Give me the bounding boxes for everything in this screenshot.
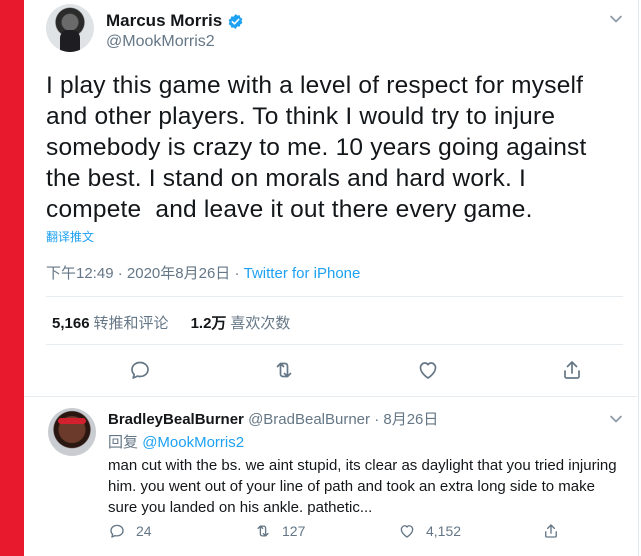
meta-separator: ·	[117, 265, 127, 282]
tweet-source[interactable]: Twitter for iPhone	[244, 265, 361, 282]
red-side-bar	[0, 0, 24, 556]
reply-avatar[interactable]	[48, 408, 96, 456]
share-icon	[545, 524, 557, 538]
reply-handle[interactable]: @BradBealBurner	[248, 411, 370, 428]
retweets-count: 5,166	[52, 315, 90, 332]
retweet-icon	[257, 525, 269, 537]
like-icon[interactable]	[416, 358, 440, 382]
reply-retweet-action[interactable]: 127	[254, 522, 305, 540]
like-icon	[400, 525, 414, 538]
translate-link[interactable]: 翻译推文	[46, 228, 94, 245]
reply-separator: ·	[374, 411, 380, 428]
tweet-meta: 下午12:49 · 2020年8月26日 · Twitter for iPhon…	[46, 262, 360, 283]
reply-tweet[interactable]: BradleyBealBurner @BradBealBurner · 8月26…	[24, 400, 637, 556]
verified-badge-icon	[228, 13, 243, 29]
reply-icon	[110, 524, 124, 538]
divider	[46, 296, 623, 297]
tweet-header: Marcus Morris @MookMorris2	[46, 4, 637, 56]
name-row: Marcus Morris	[106, 11, 244, 31]
likes-label: 喜欢次数	[230, 315, 291, 332]
tweet-actions	[46, 358, 623, 386]
reply-chevron-down-icon[interactable]	[609, 412, 623, 426]
replying-to: 回复 @MookMorris2	[108, 431, 244, 452]
reply-display-name[interactable]: BradleyBealBurner	[108, 411, 244, 428]
reply-count: 24	[136, 523, 152, 539]
chevron-down-icon[interactable]	[609, 12, 623, 26]
reply-icon[interactable]	[128, 358, 152, 382]
retweets-stat[interactable]: 5,166 转推和评论	[52, 312, 169, 333]
like-count: 4,152	[426, 523, 462, 539]
retweets-label: 转推和评论	[93, 315, 169, 332]
reply-mention[interactable]: @MookMorris2	[142, 434, 244, 451]
handle[interactable]: @MookMorris2	[106, 33, 215, 51]
tweet-time[interactable]: 下午12:49	[46, 265, 114, 282]
likes-count: 1.2万	[190, 315, 227, 332]
reply-text: man cut with the bs. we aint stupid, its…	[108, 457, 617, 516]
retweet-count: 127	[282, 523, 306, 539]
reply-like-action[interactable]: 4,152	[398, 522, 461, 540]
right-border	[638, 0, 639, 556]
tweet-card: Marcus Morris @MookMorris2 I play this g…	[24, 0, 637, 556]
avatar[interactable]	[46, 4, 94, 52]
reply-actions: 24 127 4,152	[108, 522, 637, 542]
tweet-stats: 5,166 转推和评论 1.2万 喜欢次数	[52, 312, 290, 333]
likes-stat[interactable]: 1.2万 喜欢次数	[191, 312, 291, 333]
reply-date[interactable]: 8月26日	[383, 411, 438, 428]
tweet-date[interactable]: 2020年8月26日	[127, 265, 230, 282]
share-icon[interactable]	[560, 358, 584, 382]
reply-reply-action[interactable]: 24	[108, 522, 152, 540]
reply-prefix: 回复	[108, 434, 139, 451]
reply-header: BradleyBealBurner @BradBealBurner · 8月26…	[108, 408, 438, 429]
reply-share-action[interactable]	[542, 522, 560, 540]
divider	[46, 344, 623, 345]
retweet-icon[interactable]	[272, 358, 296, 382]
tweet-text: I play this game with a level of respect…	[46, 72, 587, 223]
display-name[interactable]: Marcus Morris	[106, 11, 222, 31]
divider	[24, 396, 637, 397]
meta-separator-2: ·	[234, 265, 240, 282]
